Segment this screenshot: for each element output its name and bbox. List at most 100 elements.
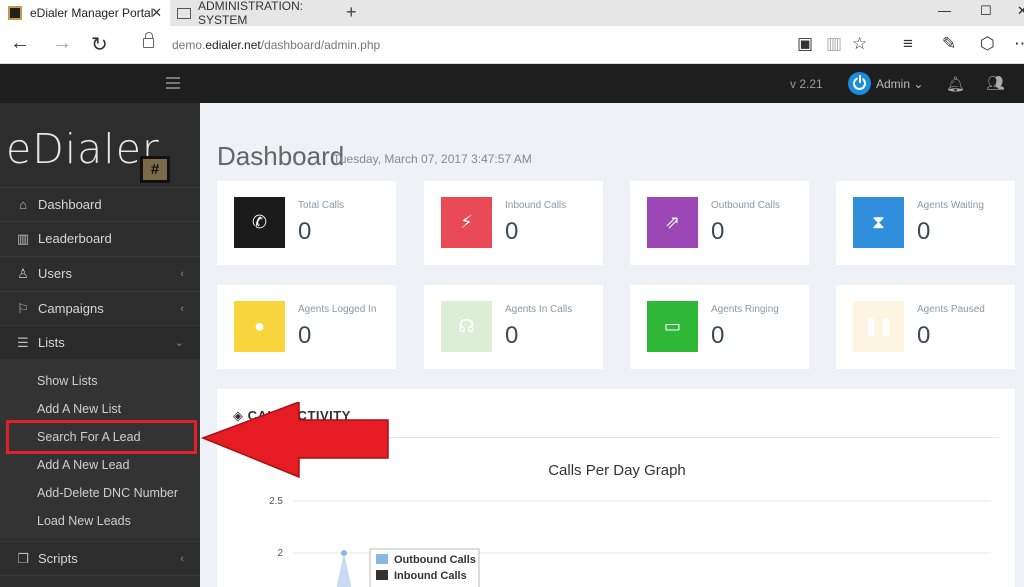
- stat-label: Agents Paused: [917, 304, 985, 315]
- page-timestamp: Tuesday, March 07, 2017 3:47:57 AM: [333, 152, 532, 166]
- submenu-add-new-lead[interactable]: Add A New Lead: [37, 458, 129, 472]
- stat-label: Inbound Calls: [505, 200, 567, 211]
- logo-text: eDialer: [6, 125, 160, 173]
- web-note-icon[interactable]: ✎: [942, 34, 956, 54]
- scripts-icon: ❐: [17, 550, 29, 566]
- browser-tab-strip: eDialer Manager Portal ✕ ADMINISTRATION:…: [0, 0, 1024, 27]
- list-icon: ☰: [17, 334, 29, 350]
- stat-card-agents-ringing: ▭ Agents Ringing 0: [630, 285, 809, 369]
- data-point: [341, 550, 347, 556]
- stat-label: Outbound Calls: [711, 200, 780, 211]
- chart-title: Calls Per Day Graph: [548, 462, 686, 479]
- stat-label: Agents Logged In: [298, 304, 377, 315]
- hub-icon[interactable]: ≡: [903, 34, 913, 54]
- edialer-favicon-icon: [8, 6, 22, 20]
- url-host: edialer.net: [205, 38, 261, 52]
- submenu-add-new-list[interactable]: Add A New List: [37, 402, 121, 416]
- headset-icon: ☊: [441, 301, 492, 352]
- share-icon[interactable]: ⬡: [980, 34, 995, 54]
- minimize-icon[interactable]: —: [938, 3, 951, 18]
- logo-badge: #: [140, 156, 170, 183]
- external-link-icon: ⇗: [647, 197, 698, 248]
- url-field[interactable]: demo.edialer.net/dashboard/admin.php: [172, 38, 380, 52]
- home-icon: ⌂: [19, 197, 27, 212]
- sidebar-item-label: Scripts: [38, 551, 78, 566]
- legend-swatch-inbound: [376, 570, 388, 580]
- bell-icon[interactable]: 🔔︎: [946, 75, 965, 93]
- sidebar-item-label: Dashboard: [38, 197, 102, 212]
- stat-card-agents-logged-in: ● Agents Logged In 0: [217, 285, 396, 369]
- version-label: v 2.21: [790, 77, 823, 91]
- stat-value: 0: [711, 322, 725, 349]
- flag-icon: ⚐: [17, 300, 29, 316]
- sidebar-item-users[interactable]: ♙ Users ‹: [0, 256, 200, 290]
- favorite-star-icon[interactable]: ☆: [852, 34, 867, 54]
- app-header: v 2.21 Admin ⌄ 🔔︎ 👥︎: [0, 64, 1024, 103]
- refresh-icon[interactable]: ↻: [91, 32, 108, 57]
- power-icon[interactable]: [848, 72, 871, 95]
- stat-card-inbound-calls: ⚡ Inbound Calls 0: [424, 181, 603, 265]
- back-arrow-icon[interactable]: ←: [10, 32, 30, 55]
- stat-label: Agents In Calls: [505, 304, 573, 315]
- tab-title: eDialer Manager Portal: [30, 6, 154, 20]
- users-group-icon[interactable]: 👥︎: [986, 74, 1005, 92]
- maximize-icon[interactable]: ☐: [980, 3, 992, 19]
- y-tick-label: 2.5: [269, 496, 283, 507]
- stat-label: Total Calls: [298, 200, 345, 211]
- sidebar-item-scripts[interactable]: ❐ Scripts ‹: [0, 541, 200, 575]
- url-prefix: demo.: [172, 38, 206, 52]
- stat-card-agents-in-calls: ☊ Agents In Calls 0: [424, 285, 603, 369]
- reading-view-icon[interactable]: ▣: [797, 34, 813, 54]
- hamburger-menu-icon[interactable]: [166, 77, 180, 89]
- more-icon[interactable]: ⋯: [1014, 34, 1024, 54]
- outbound-series-area: [336, 553, 352, 587]
- y-tick-label: 2: [277, 548, 283, 559]
- stat-value: 0: [298, 218, 312, 245]
- stat-value: 0: [505, 218, 519, 245]
- chevron-left-icon: ‹: [180, 267, 184, 280]
- submenu-show-lists[interactable]: Show Lists: [37, 374, 97, 388]
- sidebar-item-campaigns[interactable]: ⚐ Campaigns ‹: [0, 291, 200, 325]
- submenu-load-new-leads[interactable]: Load New Leads: [37, 514, 131, 528]
- bar-chart-icon: ▥: [16, 230, 30, 246]
- stat-card-outbound-calls: ⇗ Outbound Calls 0: [630, 181, 809, 265]
- close-tab-icon[interactable]: ✕: [151, 5, 162, 21]
- stat-value: 0: [917, 218, 931, 245]
- stat-value: 0: [505, 322, 519, 349]
- forward-arrow-icon[interactable]: →: [52, 32, 72, 55]
- sidebar-item-label: Leaderboard: [38, 231, 112, 246]
- new-tab-plus-icon[interactable]: +: [346, 2, 357, 23]
- annotation-highlight-box: [6, 420, 197, 454]
- submenu-add-delete-dnc[interactable]: Add-Delete DNC Number: [37, 486, 178, 500]
- sidebar-item-label: Users: [38, 266, 72, 281]
- sidebar-item-label: Lists: [38, 335, 65, 350]
- sidebar-item-leaderboard[interactable]: ▥ Leaderboard: [0, 221, 200, 255]
- chevron-left-icon: ‹: [180, 552, 184, 565]
- annotation-red-arrow: [201, 402, 389, 479]
- legend-label-outbound: Outbound Calls: [394, 554, 476, 566]
- close-window-icon[interactable]: ✕: [1017, 3, 1024, 19]
- stat-value: 0: [711, 218, 725, 245]
- legend-swatch-outbound: [376, 554, 388, 564]
- phone-icon: ✆: [234, 197, 285, 248]
- stat-card-agents-waiting: ⧗ Agents Waiting 0: [836, 181, 1015, 265]
- sidebar-item-more[interactable]: [0, 575, 200, 587]
- user-name: Admin: [876, 77, 911, 91]
- book-icon[interactable]: ▥: [826, 34, 842, 54]
- stat-card-agents-paused: ❚❚ Agents Paused 0: [836, 285, 1015, 369]
- tab-administration-system[interactable]: ADMINISTRATION: SYSTEM: [171, 0, 339, 27]
- address-bar: ← → ↻ demo.edialer.net/dashboard/admin.p…: [0, 26, 1024, 64]
- sidebar-item-dashboard[interactable]: ⌂ Dashboard: [0, 187, 200, 221]
- user-menu[interactable]: Admin ⌄: [876, 77, 923, 91]
- sidebar-item-lists[interactable]: ☰ Lists ⌄: [0, 325, 200, 359]
- sidebar-item-label: Campaigns: [38, 301, 104, 316]
- url-path: /dashboard/admin.php: [260, 38, 381, 52]
- stat-value: 0: [917, 322, 931, 349]
- pause-icon: ❚❚: [853, 301, 904, 352]
- tab-edialer-manager-portal[interactable]: eDialer Manager Portal ✕: [0, 0, 170, 26]
- chart-legend: Outbound Calls Inbound Calls: [369, 548, 480, 587]
- tab-title: ADMINISTRATION: SYSTEM: [198, 0, 304, 27]
- stat-label: Agents Ringing: [711, 304, 779, 315]
- plug-icon: ⚡: [441, 197, 492, 248]
- lock-icon: [143, 32, 154, 48]
